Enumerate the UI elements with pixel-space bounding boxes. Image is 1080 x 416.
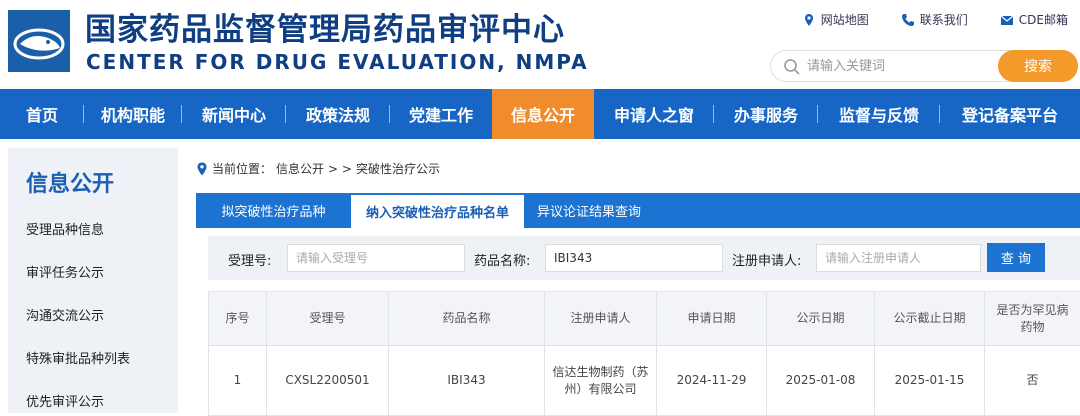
nav-item-services[interactable]: 办事服务 [714, 89, 818, 139]
col-header-rare-disease: 是否为罕见病药物 [985, 292, 1080, 346]
applicant-label: 注册申请人: [732, 250, 801, 269]
cde-mail-link-label: CDE邮箱 [1019, 11, 1068, 28]
nav-item-applicant[interactable]: 申请人之窗 [594, 89, 714, 139]
sidebar-item-special-approval[interactable]: 特殊审批品种列表 [26, 348, 130, 367]
nav-item-supervision[interactable]: 监督与反馈 [818, 89, 940, 139]
accept-no-input[interactable] [287, 244, 465, 272]
site-title-cn: 国家药品监督管理局药品审评中心 [85, 4, 565, 49]
nav-item-party[interactable]: 党建工作 [390, 89, 492, 139]
cell-drug-name: IBI343 [389, 346, 545, 416]
sidebar-item-communication[interactable]: 沟通交流公示 [26, 305, 104, 324]
cell-applicant: 信达生物制药（苏州）有限公司 [545, 346, 657, 416]
sitemap-link[interactable]: 网站地图 [802, 11, 869, 28]
query-button[interactable]: 查 询 [987, 243, 1045, 272]
phone-icon [901, 13, 915, 27]
location-pin-icon [196, 162, 208, 176]
col-header-index: 序号 [209, 292, 267, 346]
table-row[interactable]: 1 CXSL2200501 IBI343 信达生物制药（苏州）有限公司 2024… [209, 346, 1080, 416]
sidebar: 信息公开 受理品种信息 审评任务公示 沟通交流公示 特殊审批品种列表 优先审评公… [8, 148, 178, 413]
site-title-en: CENTER FOR DRUG EVALUATION, NMPA [86, 50, 589, 74]
breadcrumb-separator: > > [328, 162, 352, 176]
nav-item-registration[interactable]: 登记备案平台 [940, 89, 1080, 139]
table-header-row: 序号 受理号 药品名称 注册申请人 申请日期 公示日期 公示截止日期 是否为罕见… [209, 292, 1080, 346]
drug-name-label: 药品名称: [474, 250, 530, 269]
col-header-publish-date: 公示日期 [767, 292, 875, 346]
cell-publish-date: 2025-01-08 [767, 346, 875, 416]
sitemap-link-label: 网站地图 [821, 11, 869, 28]
tab-proposed-breakthrough[interactable]: 拟突破性治疗品种 [196, 193, 351, 228]
nav-item-functions[interactable]: 机构职能 [84, 89, 182, 139]
tab-bar: 拟突破性治疗品种 纳入突破性治疗品种名单 异议论证结果查询 [196, 193, 1080, 228]
nav-item-info-public[interactable]: 信息公开 [492, 89, 594, 139]
site-search: 搜索 [770, 50, 1078, 82]
cell-apply-date: 2024-11-29 [657, 346, 767, 416]
tab-included-breakthrough[interactable]: 纳入突破性治疗品种名单 [351, 193, 524, 228]
breadcrumb-section[interactable]: 信息公开 [276, 160, 324, 177]
drug-name-input[interactable] [545, 244, 723, 272]
cell-index: 1 [209, 346, 267, 416]
cell-deadline: 2025-01-15 [875, 346, 985, 416]
applicant-input[interactable] [816, 244, 981, 272]
sidebar-item-accepted[interactable]: 受理品种信息 [26, 219, 104, 238]
breadcrumb-current: 突破性治疗公示 [356, 160, 440, 177]
tab-objection-results[interactable]: 异议论证结果查询 [524, 193, 654, 228]
search-input[interactable] [807, 55, 987, 77]
col-header-apply-date: 申请日期 [657, 292, 767, 346]
nav-item-policy[interactable]: 政策法规 [286, 89, 390, 139]
cde-logo[interactable] [8, 10, 70, 72]
sidebar-item-priority-review[interactable]: 优先审评公示 [26, 391, 104, 410]
col-header-applicant: 注册申请人 [545, 292, 657, 346]
contact-link[interactable]: 联系我们 [901, 11, 968, 28]
cde-mail-link[interactable]: CDE邮箱 [1000, 11, 1068, 28]
contact-link-label: 联系我们 [920, 11, 968, 28]
site-header: 国家药品监督管理局药品审评中心 CENTER FOR DRUG EVALUATI… [0, 0, 1080, 89]
search-icon [783, 58, 801, 76]
sidebar-title: 信息公开 [26, 166, 114, 198]
col-header-accept-no: 受理号 [267, 292, 389, 346]
cell-rare-disease: 否 [985, 346, 1080, 416]
main-nav: 首页 机构职能 新闻中心 政策法规 党建工作 信息公开 申请人之窗 办事服务 监… [0, 89, 1080, 139]
nav-item-home[interactable]: 首页 [0, 89, 84, 139]
sidebar-item-review-tasks[interactable]: 审评任务公示 [26, 262, 104, 281]
breadcrumb-prefix: 当前位置： [212, 160, 272, 177]
mail-icon [1000, 13, 1014, 27]
accept-no-label: 受理号: [228, 250, 271, 269]
results-table: 序号 受理号 药品名称 注册申请人 申请日期 公示日期 公示截止日期 是否为罕见… [208, 291, 1080, 416]
map-pin-icon [802, 13, 816, 27]
top-links: 网站地图 联系我们 CDE邮箱 [802, 11, 1068, 28]
col-header-drug-name: 药品名称 [389, 292, 545, 346]
cell-accept-no: CXSL2200501 [267, 346, 389, 416]
col-header-deadline: 公示截止日期 [875, 292, 985, 346]
filter-bar: 受理号: 药品名称: 注册申请人: 查 询 [208, 236, 1080, 280]
breadcrumb: 当前位置： 信息公开 > > 突破性治疗公示 [196, 160, 440, 177]
main-content: 当前位置： 信息公开 > > 突破性治疗公示 拟突破性治疗品种 纳入突破性治疗品… [196, 148, 1080, 413]
nav-item-news[interactable]: 新闻中心 [182, 89, 286, 139]
search-button[interactable]: 搜索 [998, 50, 1078, 82]
